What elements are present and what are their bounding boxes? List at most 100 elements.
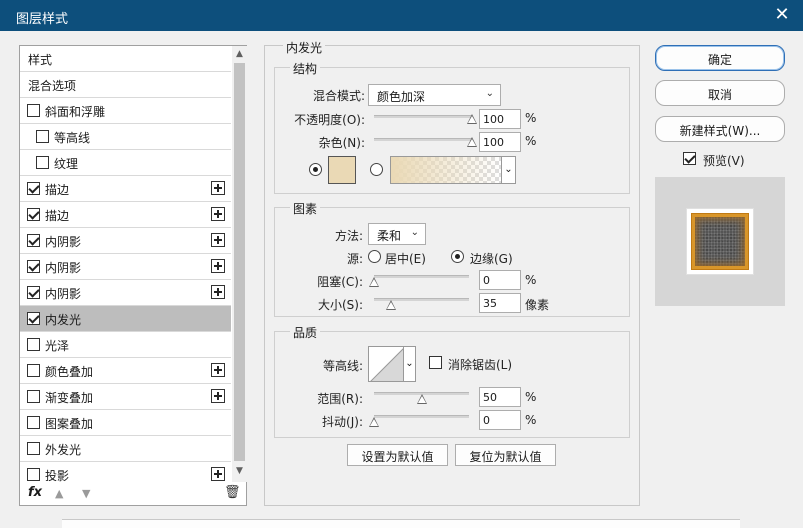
fx-icon[interactable]: fx bbox=[28, 485, 42, 500]
style-enable-checkbox[interactable] bbox=[27, 390, 40, 403]
close-icon[interactable]: ✕ bbox=[773, 4, 791, 26]
style-list-label: 等高线 bbox=[54, 131, 91, 145]
noise-slider-track[interactable] bbox=[374, 138, 472, 141]
style-enable-checkbox[interactable] bbox=[27, 468, 40, 481]
noise-input[interactable]: 100 bbox=[479, 132, 521, 152]
style-list-label: 外发光 bbox=[45, 443, 82, 457]
gradient-picker[interactable] bbox=[390, 156, 502, 184]
style-preview bbox=[655, 177, 785, 306]
elements-group: 图素 方法: 柔和 ⌄ 源: 居中(E) 边缘(G) 阻塞(C): 0 % 大小… bbox=[274, 200, 630, 317]
add-style-plus-icon[interactable] bbox=[211, 233, 225, 247]
blend-mode-select[interactable]: 颜色加深 ⌄ bbox=[368, 84, 501, 106]
style-list-item[interactable]: 颜色叠加 bbox=[20, 358, 231, 384]
chevron-down-icon: ⌄ bbox=[485, 88, 494, 99]
style-enable-checkbox[interactable] bbox=[27, 234, 40, 247]
style-list-item[interactable]: 投影 bbox=[20, 462, 231, 482]
add-style-plus-icon[interactable] bbox=[211, 363, 225, 377]
style-enable-checkbox[interactable] bbox=[36, 156, 49, 169]
style-list-item[interactable]: 图案叠加 bbox=[20, 410, 231, 436]
style-list-item[interactable]: 外发光 bbox=[20, 436, 231, 462]
reset-default-button[interactable]: 复位为默认值 bbox=[455, 444, 556, 466]
style-enable-checkbox[interactable] bbox=[27, 442, 40, 455]
blend-mode-value: 颜色加深 bbox=[377, 90, 426, 104]
add-style-plus-icon[interactable] bbox=[211, 207, 225, 221]
add-style-plus-icon[interactable] bbox=[211, 389, 225, 403]
ok-button[interactable]: 确定 bbox=[655, 45, 785, 71]
gradient-radio[interactable] bbox=[370, 163, 383, 176]
trash-icon[interactable]: 🗑 bbox=[224, 485, 241, 500]
contour-picker[interactable] bbox=[368, 346, 404, 382]
add-style-plus-icon[interactable] bbox=[211, 285, 225, 299]
style-enable-checkbox[interactable] bbox=[27, 104, 40, 117]
style-list-label: 样式 bbox=[28, 53, 53, 67]
style-list-item[interactable]: 内阴影 bbox=[20, 228, 231, 254]
style-list-item[interactable]: 样式 bbox=[20, 46, 231, 72]
choke-input[interactable]: 0 bbox=[479, 270, 521, 290]
scroll-down-arrow-icon[interactable]: ▼ bbox=[234, 466, 245, 478]
style-list-item[interactable]: 内阴影 bbox=[20, 254, 231, 280]
glow-color-swatch[interactable] bbox=[328, 156, 356, 184]
style-list-item[interactable]: 渐变叠加 bbox=[20, 384, 231, 410]
background-strip bbox=[62, 519, 740, 528]
jitter-slider-handle[interactable] bbox=[369, 417, 379, 427]
style-list-item[interactable]: 纹理 bbox=[20, 150, 231, 176]
scroll-thumb[interactable] bbox=[234, 63, 245, 461]
style-list-item[interactable]: 等高线 bbox=[20, 124, 231, 150]
source-edge-label[interactable]: 边缘(G) bbox=[470, 250, 513, 267]
style-list-item[interactable]: 内阴影 bbox=[20, 280, 231, 306]
style-list-item[interactable]: 内发光 bbox=[20, 306, 231, 332]
style-list-item[interactable]: 描边 bbox=[20, 176, 231, 202]
opacity-slider-handle[interactable] bbox=[467, 114, 477, 124]
move-down-icon[interactable]: ▼ bbox=[82, 487, 90, 500]
add-style-plus-icon[interactable] bbox=[211, 259, 225, 273]
source-center-label[interactable]: 居中(E) bbox=[385, 250, 426, 267]
size-slider-handle[interactable] bbox=[386, 300, 396, 310]
style-enable-checkbox[interactable] bbox=[27, 182, 40, 195]
cancel-button[interactable]: 取消 bbox=[655, 80, 785, 106]
move-up-icon[interactable]: ▲ bbox=[55, 487, 63, 500]
opacity-slider-track[interactable] bbox=[374, 115, 472, 118]
new-style-button[interactable]: 新建样式(W)... bbox=[655, 116, 785, 142]
noise-unit: % bbox=[525, 134, 537, 148]
style-enable-checkbox[interactable] bbox=[36, 130, 49, 143]
contour-dropdown-chevron-icon[interactable]: ⌄ bbox=[404, 346, 416, 382]
jitter-slider-track[interactable] bbox=[374, 415, 469, 418]
size-input[interactable]: 35 bbox=[479, 293, 521, 313]
choke-slider-handle[interactable] bbox=[369, 277, 379, 287]
style-enable-checkbox[interactable] bbox=[27, 338, 40, 351]
noise-slider-handle[interactable] bbox=[467, 137, 477, 147]
make-default-button[interactable]: 设置为默认值 bbox=[347, 444, 448, 466]
style-enable-checkbox[interactable] bbox=[27, 208, 40, 221]
style-enable-checkbox[interactable] bbox=[27, 286, 40, 299]
technique-select[interactable]: 柔和 ⌄ bbox=[368, 223, 426, 245]
preview-label[interactable]: 预览(V) bbox=[703, 152, 745, 169]
range-slider-handle[interactable] bbox=[416, 394, 427, 404]
add-style-plus-icon[interactable] bbox=[211, 467, 225, 481]
scroll-up-arrow-icon[interactable]: ▲ bbox=[234, 49, 245, 61]
style-list-scrollbar[interactable]: ▲ ▼ bbox=[232, 46, 247, 482]
preview-checkbox[interactable] bbox=[683, 152, 696, 165]
style-list-label: 内阴影 bbox=[45, 287, 82, 301]
add-style-plus-icon[interactable] bbox=[211, 181, 225, 195]
style-enable-checkbox[interactable] bbox=[27, 260, 40, 273]
source-center-radio[interactable] bbox=[368, 250, 381, 263]
style-enable-checkbox[interactable] bbox=[27, 364, 40, 377]
style-list-item[interactable]: 混合选项 bbox=[20, 72, 231, 98]
blend-mode-label: 混合模式: bbox=[312, 89, 365, 103]
choke-slider-track[interactable] bbox=[374, 275, 469, 278]
style-list-item[interactable]: 描边 bbox=[20, 202, 231, 228]
gradient-dropdown-chevron-icon[interactable]: ⌄ bbox=[502, 156, 516, 184]
style-list-item[interactable]: 光泽 bbox=[20, 332, 231, 358]
solid-color-radio[interactable] bbox=[309, 163, 322, 176]
jitter-input[interactable]: 0 bbox=[479, 410, 521, 430]
style-enable-checkbox[interactable] bbox=[27, 312, 40, 325]
antialias-checkbox[interactable] bbox=[429, 356, 442, 369]
style-enable-checkbox[interactable] bbox=[27, 416, 40, 429]
source-edge-radio[interactable] bbox=[451, 250, 464, 263]
style-list: 样式 混合选项 斜面和浮雕 等高线 纹理 描边 描边 内阴影 内阴影 内阴影 内发光 光泽 颜色叠加 渐变… bbox=[20, 46, 231, 482]
jitter-unit: % bbox=[525, 413, 537, 427]
opacity-input[interactable]: 100 bbox=[479, 109, 521, 129]
style-list-item[interactable]: 斜面和浮雕 bbox=[20, 98, 231, 124]
antialias-label[interactable]: 消除锯齿(L) bbox=[448, 356, 512, 373]
range-input[interactable]: 50 bbox=[479, 387, 521, 407]
